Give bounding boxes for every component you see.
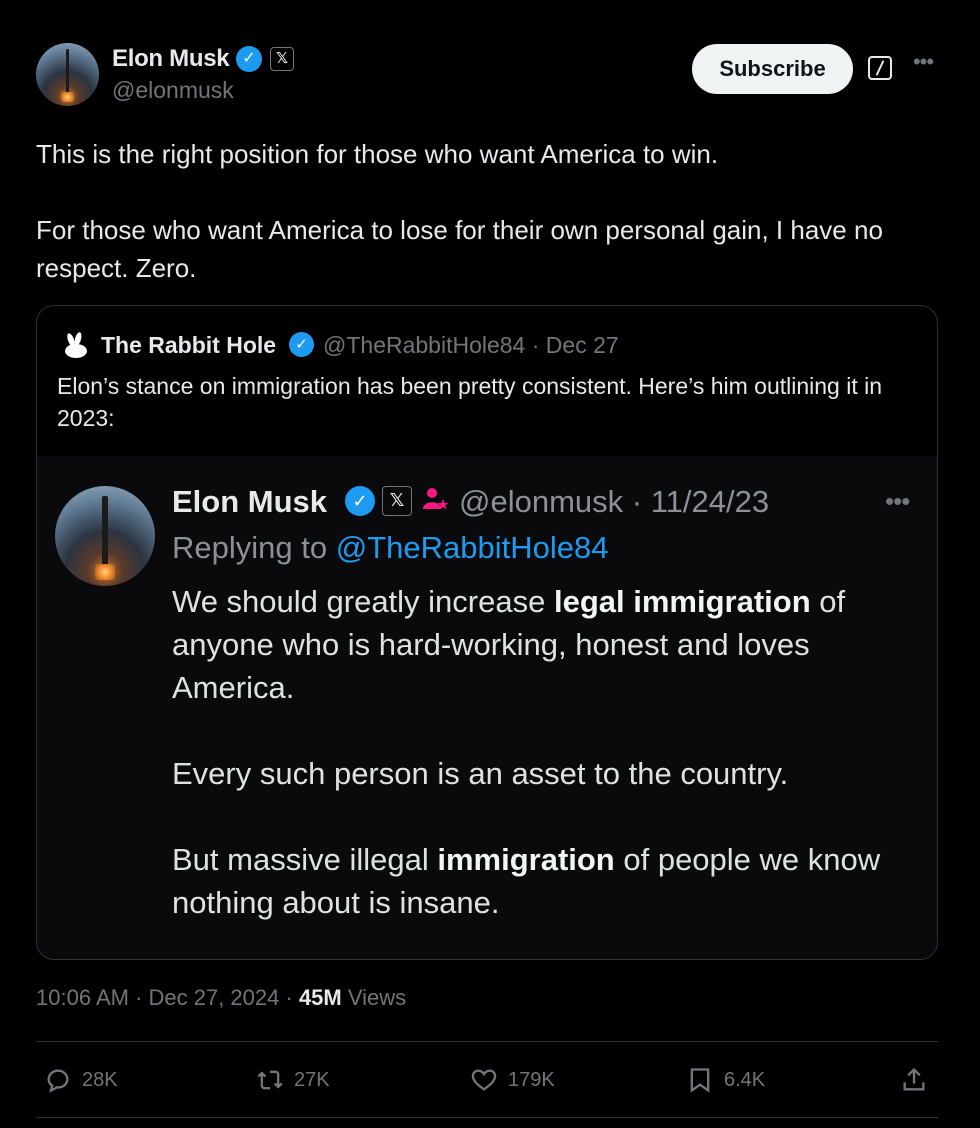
share-icon xyxy=(903,1067,925,1091)
affiliation-person-icon xyxy=(423,488,449,510)
post-timestamp[interactable]: 10:06 AM · Dec 27, 2024 · xyxy=(36,985,299,1010)
post-text: This is the right position for those who… xyxy=(36,135,936,287)
rabbit-icon xyxy=(65,332,87,358)
embedded-paragraph: Every such person is an asset to the cou… xyxy=(172,756,789,791)
repost-count: 27K xyxy=(294,1068,330,1091)
author-handle[interactable]: @elonmusk xyxy=(112,77,234,104)
more-icon: ••• xyxy=(885,486,910,516)
replying-prefix: Replying to xyxy=(172,530,336,565)
divider xyxy=(36,1117,938,1118)
quoted-handle-date[interactable]: @TheRabbitHole84 · Dec 27 xyxy=(323,332,619,359)
repost-button[interactable]: 27K xyxy=(256,1064,330,1096)
embedded-handle-date: @elonmusk · 11/24/23 xyxy=(459,484,770,519)
share-button[interactable] xyxy=(900,1064,938,1096)
like-button[interactable]: 179K xyxy=(470,1064,555,1096)
post-text-paragraph: This is the right position for those who… xyxy=(36,139,719,169)
post-text-paragraph: For those who want America to lose for t… xyxy=(36,215,883,283)
author-avatar[interactable] xyxy=(36,43,99,106)
grok-icon[interactable] xyxy=(868,56,892,80)
bookmark-button[interactable]: 6.4K xyxy=(686,1064,765,1096)
verified-badge-icon[interactable]: ✓ xyxy=(289,332,314,357)
like-icon xyxy=(471,1069,497,1091)
embedded-author-name: Elon Musk xyxy=(172,484,328,519)
bookmark-icon xyxy=(690,1068,710,1093)
embedded-author-avatar xyxy=(55,486,155,586)
divider xyxy=(36,1041,938,1042)
reply-button[interactable]: 28K xyxy=(44,1064,118,1096)
reply-count: 28K xyxy=(82,1068,118,1091)
embedded-paragraph: We should greatly increase legal immigra… xyxy=(172,584,846,705)
verified-badge-icon[interactable]: ✓ xyxy=(236,46,262,72)
views-count: 45M xyxy=(298,985,342,1010)
embedded-screenshot[interactable]: Elon Musk ✓ 𝕏 @elonmusk · 11/24/23 ••• R… xyxy=(37,456,937,959)
embedded-paragraph: But massive illegal immigration of peopl… xyxy=(172,842,881,920)
embedded-post-text: We should greatly increase legal immigra… xyxy=(172,580,912,924)
bookmark-count: 6.4K xyxy=(724,1068,766,1091)
replying-to: Replying to @TheRabbitHole84 xyxy=(172,530,608,566)
quoted-post-text: Elon’s stance on immigration has been pr… xyxy=(57,373,883,431)
replying-mention: @TheRabbitHole84 xyxy=(335,530,609,565)
x-affiliation-icon: 𝕏 xyxy=(382,486,412,516)
post-meta: 10:06 AM · Dec 27, 2024 · 45M Views xyxy=(36,985,406,1011)
quoted-author-name[interactable]: The Rabbit Hole xyxy=(101,332,276,359)
like-count: 179K xyxy=(508,1068,555,1091)
verified-badge-icon: ✓ xyxy=(345,486,375,516)
x-affiliation-icon[interactable]: 𝕏 xyxy=(270,47,294,71)
subscribe-button[interactable]: Subscribe xyxy=(692,44,853,94)
more-icon[interactable]: ••• xyxy=(909,51,937,80)
repost-icon xyxy=(257,1070,283,1090)
views-label: Views xyxy=(341,985,407,1010)
reply-icon xyxy=(47,1069,69,1093)
quoted-post[interactable]: The Rabbit Hole ✓ @TheRabbitHole84 · Dec… xyxy=(36,305,938,960)
author-name[interactable]: Elon Musk xyxy=(112,45,230,73)
